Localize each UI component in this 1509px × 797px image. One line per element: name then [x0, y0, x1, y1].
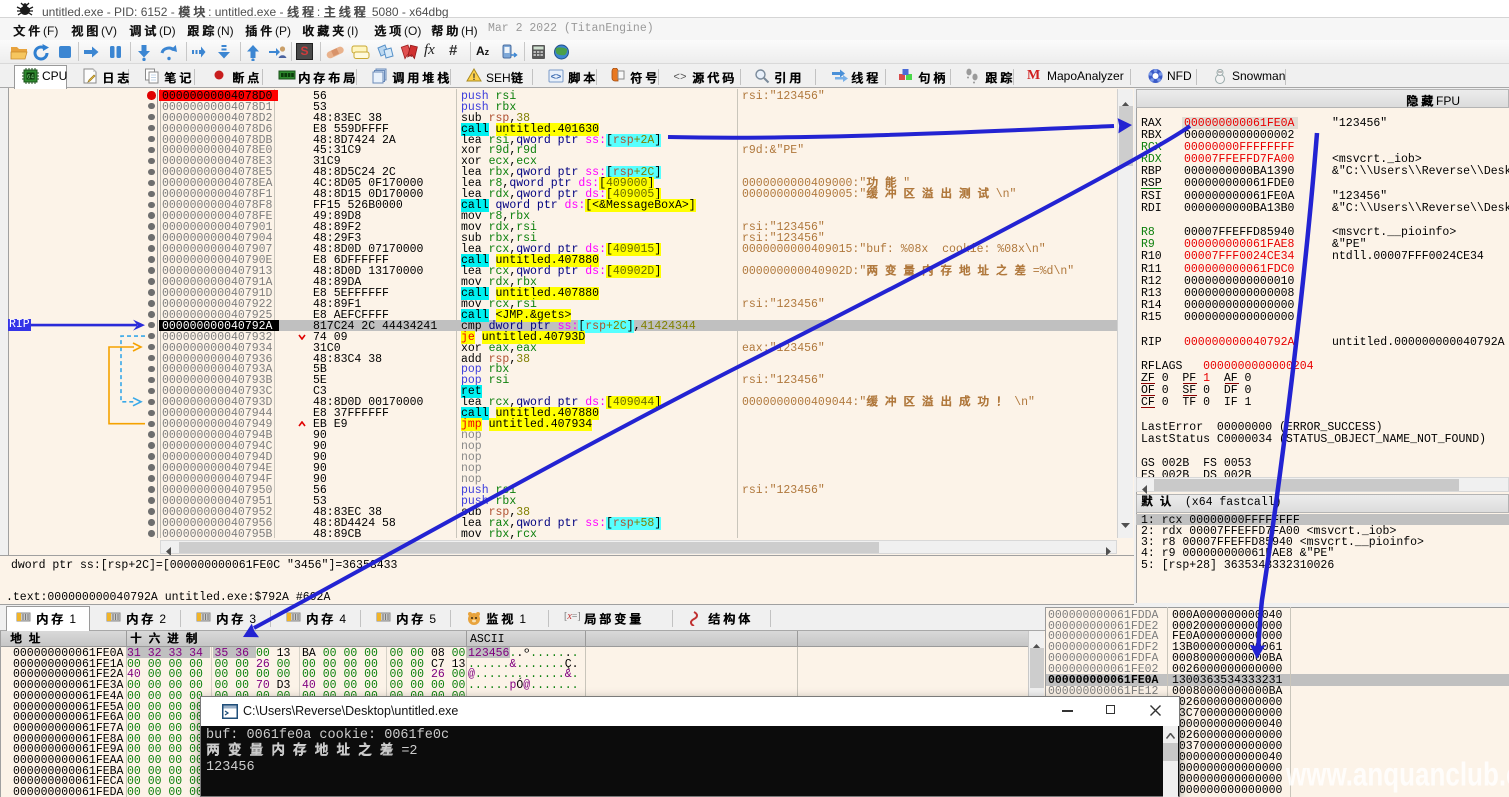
svg-text:!: ! [473, 72, 476, 82]
svg-text:<>: <> [673, 72, 686, 84]
svg-text:64: 64 [27, 74, 35, 81]
svg-text:<>: <> [551, 72, 562, 82]
